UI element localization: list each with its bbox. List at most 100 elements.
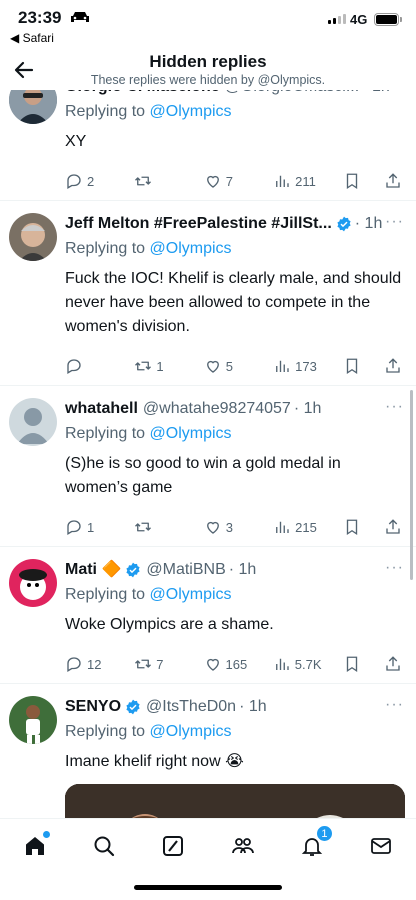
- author-handle[interactable]: @whatahe98274057: [143, 398, 291, 420]
- reply-icon: [67, 359, 81, 374]
- nav-search[interactable]: [89, 831, 119, 861]
- bookmark-icon: [346, 358, 357, 375]
- tweet-text: XY: [65, 133, 87, 150]
- share-icon: [386, 656, 400, 671]
- tweet-text: Fuck the IOC! Khelif is clearly male, an…: [65, 270, 402, 335]
- nav-communities[interactable]: [228, 831, 258, 861]
- retweet-icon: [135, 522, 152, 532]
- reply-count: 1: [87, 519, 95, 535]
- reply-icon: [67, 174, 81, 189]
- reply-button[interactable]: [65, 357, 113, 375]
- replying-to-link[interactable]: @Olympics: [150, 586, 232, 603]
- reply-button[interactable]: 12: [65, 655, 113, 673]
- share-button[interactable]: [384, 172, 404, 190]
- tweet[interactable]: Giorgio C. Mascione @GiorgioCMascl... · …: [0, 78, 416, 201]
- view-count: 211: [295, 173, 316, 189]
- views-button[interactable]: 215: [273, 518, 321, 536]
- replying-to-link[interactable]: @Olympics: [150, 103, 232, 120]
- more-options-icon[interactable]: ···: [385, 398, 404, 416]
- replying-to-prefix: Replying to: [65, 103, 150, 120]
- views-button[interactable]: 5.7K: [273, 655, 322, 673]
- reply-button[interactable]: 2: [65, 172, 113, 190]
- retweet-button[interactable]: [134, 172, 182, 190]
- tweet[interactable]: whatahell @whatahe98274057 · 1h ··· Repl…: [0, 386, 416, 547]
- views-button[interactable]: 173: [273, 357, 321, 375]
- like-button[interactable]: 165: [204, 655, 252, 673]
- author-handle[interactable]: @ItsTheD0n: [146, 696, 236, 718]
- back-to-safari-link[interactable]: ◀ Safari: [10, 31, 54, 45]
- replying-to-link[interactable]: @Olympics: [150, 723, 232, 740]
- heart-icon: [206, 658, 219, 671]
- scrollbar[interactable]: [410, 390, 413, 580]
- more-options-icon[interactable]: ···: [385, 213, 404, 231]
- bookmark-button[interactable]: [343, 655, 363, 673]
- retweet-button[interactable]: 1: [134, 357, 182, 375]
- heart-icon: [206, 521, 219, 534]
- avatar[interactable]: [9, 559, 57, 607]
- share-button[interactable]: [384, 357, 404, 375]
- notifications-badge: 1: [315, 825, 333, 842]
- tweet[interactable]: Mati 🔶 @MatiBNB · 1h ··· Replying to @Ol…: [0, 547, 416, 684]
- tweet[interactable]: Jeff Melton #FreePalestine #JillSt... · …: [0, 201, 416, 386]
- nav-notifications[interactable]: 1: [297, 825, 333, 861]
- heart-icon: [206, 360, 219, 373]
- bottom-navigation: 1: [0, 818, 416, 900]
- signal-icon: [328, 14, 346, 24]
- nav-messages[interactable]: [366, 831, 396, 861]
- avatar[interactable]: [9, 696, 57, 744]
- replying-to-link[interactable]: @Olympics: [150, 240, 232, 257]
- nav-home[interactable]: [20, 831, 50, 861]
- share-button[interactable]: [384, 655, 404, 673]
- avatar[interactable]: [9, 213, 57, 261]
- like-button[interactable]: 5: [204, 357, 252, 375]
- hidden-replies-feed[interactable]: Giorgio C. Mascione @GiorgioCMascl... · …: [0, 78, 416, 818]
- tweet-text: Woke Olympics are a shame.: [65, 616, 274, 633]
- like-button[interactable]: 7: [204, 172, 252, 190]
- author-name[interactable]: whatahell: [65, 398, 138, 420]
- search-icon: [94, 836, 115, 857]
- like-button[interactable]: 3: [204, 518, 252, 536]
- replying-to-prefix: Replying to: [65, 586, 150, 603]
- author-handle[interactable]: @MatiBNB: [146, 559, 225, 581]
- home-indicator[interactable]: [134, 885, 282, 890]
- tweet-media-image[interactable]: [65, 784, 405, 818]
- reply-icon: [67, 520, 81, 535]
- avatar[interactable]: [9, 398, 57, 446]
- battery-icon: [374, 13, 402, 26]
- retweet-icon: [135, 659, 152, 669]
- verified-badge-icon: [337, 216, 351, 232]
- replying-to-prefix: Replying to: [65, 240, 150, 257]
- page-subtitle: These replies were hidden by @Olympics.: [90, 73, 326, 87]
- views-icon: [276, 360, 289, 372]
- home-unread-dot: [42, 831, 50, 838]
- author-name[interactable]: Jeff Melton #FreePalestine #JillSt...: [65, 213, 332, 235]
- retweet-button[interactable]: [134, 518, 182, 536]
- tweet-time: · 1h: [228, 561, 257, 578]
- tweet-actions: 2 7 211: [65, 162, 404, 200]
- replying-to-prefix: Replying to: [65, 425, 150, 442]
- bookmark-button[interactable]: [343, 357, 363, 375]
- bookmark-icon: [346, 173, 357, 190]
- reply-button[interactable]: 1: [65, 518, 113, 536]
- like-count: 7: [225, 173, 234, 189]
- author-name[interactable]: SENYO: [65, 696, 121, 718]
- more-options-icon[interactable]: ···: [385, 696, 404, 714]
- mail-icon: [371, 838, 392, 854]
- nav-grok[interactable]: [158, 831, 188, 861]
- bookmark-button[interactable]: [343, 172, 363, 190]
- views-button[interactable]: 211: [273, 172, 321, 190]
- bookmark-icon: [346, 656, 357, 673]
- replying-to: Replying to @Olympics: [65, 100, 404, 124]
- tweet[interactable]: SENYO @ItsTheD0n · 1h ··· Replying to @O…: [0, 684, 416, 818]
- tweet-actions: 1 5 173: [65, 347, 404, 385]
- share-button[interactable]: [384, 518, 404, 536]
- bookmark-button[interactable]: [343, 518, 363, 536]
- replying-to: Replying to @Olympics: [65, 583, 404, 607]
- share-icon: [386, 173, 400, 188]
- author-name[interactable]: Mati 🔶: [65, 559, 121, 581]
- replying-to-link[interactable]: @Olympics: [150, 425, 232, 442]
- retweet-button[interactable]: 7: [134, 655, 182, 673]
- view-count: 5.7K: [294, 656, 322, 672]
- replying-to: Replying to @Olympics: [65, 720, 404, 744]
- more-options-icon[interactable]: ···: [385, 559, 404, 577]
